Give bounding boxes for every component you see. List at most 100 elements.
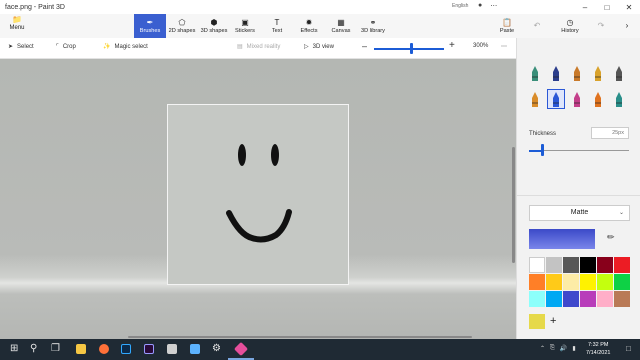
zoom-level[interactable]: 300% (473, 43, 488, 49)
color-swatch[interactable] (546, 291, 562, 307)
tab-canvas[interactable]: ▦ Canvas (328, 14, 354, 38)
menu-button[interactable]: 📁 Menu (6, 15, 28, 31)
paste-label: Paste (499, 28, 515, 34)
account-name[interactable]: English (452, 3, 468, 9)
color-swatch[interactable] (580, 291, 596, 307)
mixed-reality-icon: ▤ (237, 44, 243, 50)
horizontal-scrollbar[interactable] (128, 336, 472, 338)
thickness-input[interactable]: 25px (591, 127, 629, 139)
zoom-in-button[interactable]: + (449, 40, 455, 51)
color-swatch[interactable] (546, 274, 562, 290)
fill-brush-icon[interactable] (611, 90, 627, 108)
network-icon[interactable]: ⎘ (550, 345, 555, 352)
battery-icon[interactable]: ▮ (572, 345, 575, 352)
photoshop-icon[interactable] (121, 344, 131, 354)
eraser-brush-icon[interactable] (547, 89, 565, 109)
tab-3d-library[interactable]: ⚭ 3D library (358, 14, 388, 38)
premiere-icon[interactable] (144, 344, 154, 354)
tab-effects[interactable]: ✹ Effects (296, 14, 322, 38)
current-color-swatch[interactable] (529, 229, 595, 249)
minimize-button[interactable]: – (574, 0, 596, 14)
tab-brushes[interactable]: ✒ Brushes (134, 14, 166, 38)
brushes-panel: Thickness 25px Matte ⌄ ✏ + (516, 38, 640, 339)
color-swatch[interactable] (614, 274, 630, 290)
color-swatch[interactable] (614, 257, 630, 273)
color-swatch[interactable] (529, 274, 545, 290)
task-view-icon[interactable]: ❐ (51, 342, 60, 356)
crayon-brush-icon[interactable] (569, 90, 585, 108)
color-swatch[interactable] (563, 257, 579, 273)
zoom-slider[interactable] (374, 43, 444, 54)
window-controls: – □ ✕ (574, 0, 640, 14)
start-icon[interactable]: ⊞ (10, 342, 18, 356)
library-icon: ⚭ (369, 18, 377, 27)
eyedropper-icon[interactable]: ✏ (607, 232, 615, 243)
vertical-scrollbar[interactable] (512, 147, 515, 263)
notification-icon[interactable]: □ (626, 344, 631, 353)
pixel-pen-brush-icon[interactable] (611, 64, 627, 82)
date: 7/14/2021 (586, 350, 611, 356)
redo-button[interactable]: ↷ (592, 14, 610, 38)
3d-view-button[interactable]: ▷ 3D view (304, 43, 334, 51)
crop-button[interactable]: ⌜ Crop (56, 43, 76, 51)
watercolor-brush-icon[interactable] (590, 64, 606, 82)
mixed-reality-button[interactable]: ▤ Mixed reality (237, 43, 280, 51)
paste-icon: 📋 (502, 18, 512, 27)
file-explorer-icon[interactable] (76, 344, 86, 354)
close-button[interactable]: ✕ (618, 0, 640, 14)
custom-color-swatch[interactable] (529, 314, 545, 329)
color-swatch[interactable] (563, 291, 579, 307)
settings-icon[interactable]: ⚙ (212, 342, 221, 356)
color-swatch[interactable] (529, 257, 545, 273)
clock[interactable]: 7:32 PM 7/14/2021 (586, 341, 610, 357)
search-icon[interactable]: ⚲ (30, 342, 37, 356)
thickness-slider-track[interactable] (529, 150, 629, 151)
marker-brush-icon[interactable] (527, 64, 543, 82)
history-button[interactable]: ◷ History (556, 14, 584, 38)
workspace[interactable] (0, 59, 516, 339)
paste-button[interactable]: 📋 Paste (496, 14, 518, 38)
color-swatch[interactable] (597, 257, 613, 273)
color-swatch[interactable] (614, 291, 630, 307)
tab-label: Effects (300, 28, 318, 34)
zoom-out-button[interactable]: – (362, 41, 367, 51)
finish-dropdown[interactable]: Matte ⌄ (529, 205, 630, 221)
add-color-button[interactable]: + (550, 314, 556, 328)
expand-button[interactable]: › (619, 14, 635, 38)
tab-text[interactable]: T Text (265, 14, 289, 38)
brush-grid (527, 64, 627, 109)
drawing-canvas[interactable] (167, 104, 349, 285)
firefox-icon[interactable] (99, 344, 109, 354)
color-swatch[interactable] (546, 257, 562, 273)
maximize-button[interactable]: □ (596, 0, 618, 14)
spray-can-brush-icon[interactable] (590, 90, 606, 108)
cursor-icon: ➤ (8, 44, 14, 50)
ellipsis-icon[interactable]: ⋯ (490, 2, 497, 10)
select-button[interactable]: ➤ Select (8, 43, 34, 51)
tab-3d-shapes[interactable]: ⬢ 3D shapes (199, 14, 229, 38)
color-palette (529, 257, 630, 307)
calligraphy-pen-brush-icon[interactable] (548, 64, 564, 82)
calculator-icon[interactable] (167, 344, 177, 354)
media-app-icon[interactable] (190, 344, 200, 354)
paint-3d-icon[interactable] (233, 341, 249, 357)
color-swatch[interactable] (580, 257, 596, 273)
undo-button[interactable]: ↶ (528, 14, 546, 38)
pencil-brush-icon[interactable] (527, 90, 543, 108)
magic-select-button[interactable]: ✨ Magic select (103, 43, 148, 51)
more-options-icon[interactable]: ⋯ (501, 43, 507, 50)
color-swatch[interactable] (580, 274, 596, 290)
tab-stickers[interactable]: ▣ Stickers (231, 14, 259, 38)
color-swatch[interactable] (563, 274, 579, 290)
color-swatch[interactable] (597, 274, 613, 290)
oil-brush-brush-icon[interactable] (569, 64, 585, 82)
person-icon[interactable]: ● (478, 2, 482, 10)
redo-icon: ↷ (597, 21, 605, 30)
volume-icon[interactable]: 🔊 (560, 345, 567, 352)
color-swatch[interactable] (529, 291, 545, 307)
color-swatch[interactable] (597, 291, 613, 307)
thickness-slider-thumb[interactable] (541, 144, 544, 156)
window-title: face.png - Paint 3D (5, 3, 65, 11)
tab-2d-shapes[interactable]: ⬠ 2D shapes (167, 14, 197, 38)
tray-chevron-icon[interactable]: ⌃ (540, 345, 545, 352)
